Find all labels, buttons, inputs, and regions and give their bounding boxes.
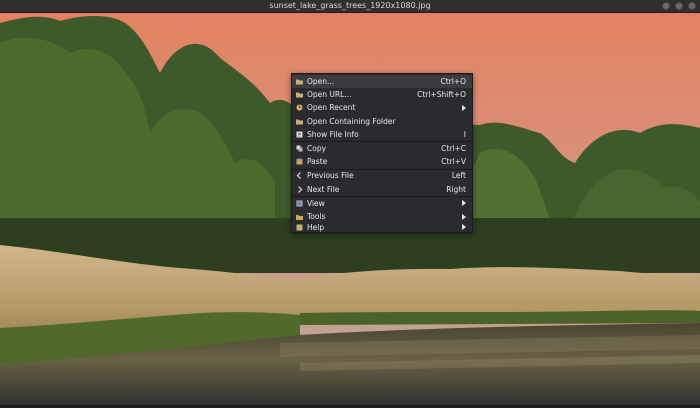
- clock-icon: [296, 104, 303, 111]
- submenu-arrow-icon: [462, 104, 466, 111]
- submenu-arrow-icon: [462, 224, 466, 231]
- menu-item-shortcut: I: [463, 129, 466, 139]
- folder-open-icon: [296, 118, 303, 125]
- context-menu: Open... Ctrl+O Open URL... Ctrl+Shift+O …: [291, 73, 473, 233]
- menu-item-label: Previous File: [307, 171, 354, 181]
- arrow-left-icon: [296, 172, 303, 180]
- submenu-arrow-icon: [462, 200, 466, 207]
- help-icon: [296, 224, 303, 231]
- copy-icon: [296, 145, 303, 152]
- info-icon: [296, 131, 303, 138]
- maximize-button[interactable]: [675, 2, 683, 10]
- menu-item-shortcut: Right: [446, 184, 466, 194]
- minimize-button[interactable]: [662, 2, 670, 10]
- menu-item-open-containing-folder[interactable]: Open Containing Folder: [292, 115, 472, 128]
- menu-item-open[interactable]: Open... Ctrl+O: [292, 75, 472, 89]
- menu-item-shortcut: Ctrl+O: [440, 77, 466, 87]
- menu-item-copy[interactable]: Copy Ctrl+C: [292, 142, 472, 155]
- window-titlebar: sunset_lake_grass_trees_1920x1080.jpg: [0, 0, 700, 13]
- menu-item-label: Paste: [307, 157, 328, 167]
- folder-open-icon: [296, 91, 303, 98]
- menu-item-label: Open Containing Folder: [307, 116, 396, 126]
- menu-item-label: Open...: [307, 77, 335, 87]
- image-viewer-canvas[interactable]: Open... Ctrl+O Open URL... Ctrl+Shift+O …: [0, 13, 700, 405]
- menu-item-label: Show File Info: [307, 129, 359, 139]
- menu-item-next-file[interactable]: Next File Right: [292, 183, 472, 196]
- menu-item-label: View: [307, 198, 325, 208]
- menu-item-open-recent[interactable]: Open Recent: [292, 101, 472, 114]
- menu-item-label: Next File: [307, 184, 340, 194]
- menu-item-label: Help: [307, 222, 325, 232]
- tools-icon: [296, 213, 303, 221]
- menu-item-previous-file[interactable]: Previous File Left: [292, 169, 472, 182]
- menu-item-shortcut: Left: [451, 171, 466, 181]
- menu-item-label: Open Recent: [307, 103, 356, 113]
- menu-item-view[interactable]: View: [292, 197, 472, 210]
- folder-open-icon: [296, 78, 303, 85]
- menu-item-show-file-info[interactable]: Show File Info I: [292, 128, 472, 141]
- menu-item-shortcut: Ctrl+V: [441, 157, 466, 167]
- menu-item-label: Open URL...: [307, 90, 352, 100]
- menu-item-open-url[interactable]: Open URL... Ctrl+Shift+O: [292, 88, 472, 101]
- view-icon: [296, 200, 303, 207]
- close-button[interactable]: [688, 2, 696, 10]
- menu-item-shortcut: Ctrl+Shift+O: [417, 90, 466, 100]
- menu-item-help[interactable]: Help: [292, 222, 472, 232]
- paste-icon: [296, 158, 303, 165]
- submenu-arrow-icon: [462, 213, 466, 220]
- menu-item-shortcut: Ctrl+C: [441, 144, 466, 154]
- arrow-right-icon: [296, 185, 303, 193]
- menu-item-paste[interactable]: Paste Ctrl+V: [292, 155, 472, 168]
- menu-item-label: Copy: [307, 144, 327, 154]
- window-title: sunset_lake_grass_trees_1920x1080.jpg: [269, 1, 431, 10]
